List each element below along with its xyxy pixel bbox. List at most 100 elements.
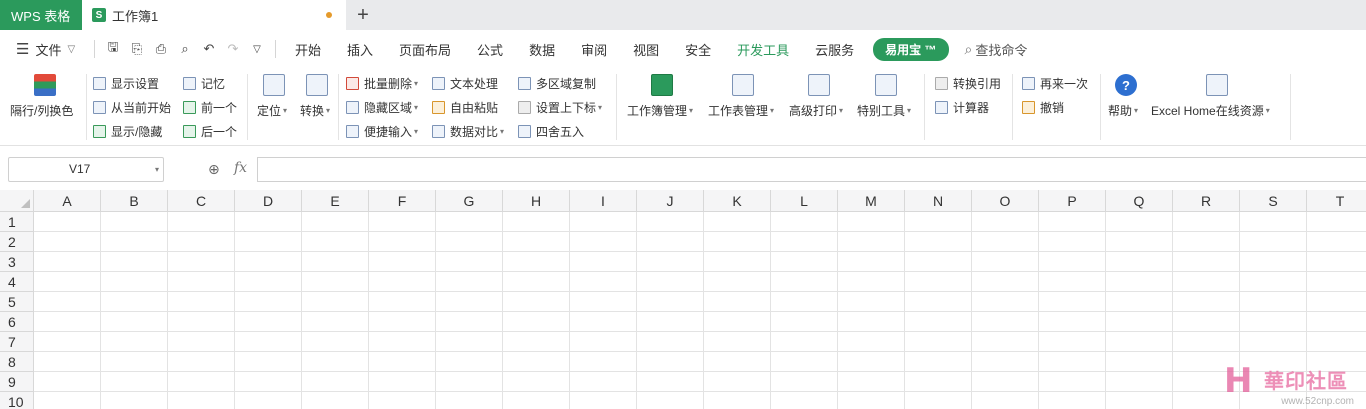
menu-data[interactable]: 数据 — [516, 40, 568, 59]
column-header[interactable]: R — [1173, 190, 1240, 212]
menu-cloud[interactable]: 云服务 — [802, 40, 867, 59]
convert-reference-button[interactable]: 转换引用 — [935, 75, 1001, 92]
app-name: WPS 表格 — [11, 8, 71, 24]
column-header[interactable]: G — [436, 190, 503, 212]
row-header[interactable]: 7 — [0, 332, 34, 352]
menu-view[interactable]: 视图 — [620, 40, 672, 59]
menu-start[interactable]: 开始 — [282, 40, 334, 59]
show-hide-label: 显示/隐藏 — [111, 125, 163, 139]
free-paste-button[interactable]: 自由粘贴 — [432, 99, 498, 116]
column-header[interactable]: S — [1240, 190, 1307, 212]
formula-bar: V17 ▾ ⊕ fx — [0, 156, 1366, 184]
row-col-color-button[interactable]: 隔行/列换色 — [10, 102, 73, 119]
advanced-print-button[interactable]: 高级打印 ▾ — [789, 102, 843, 119]
multi-copy-button[interactable]: 多区域复制 — [518, 75, 596, 92]
row-header[interactable]: 10 — [0, 392, 34, 409]
menu-security[interactable]: 安全 — [672, 40, 724, 59]
dropdown-icon: ▾ — [326, 106, 331, 115]
menu-formula[interactable]: 公式 — [464, 40, 516, 59]
app-tab[interactable]: WPS 表格 — [0, 0, 82, 30]
undo-button[interactable]: 撤销 — [1022, 99, 1064, 116]
formula-input[interactable] — [257, 157, 1366, 182]
locate-icon — [263, 74, 285, 96]
workbook-manager-button[interactable]: 工作簿管理 ▾ — [627, 102, 693, 119]
customize-icon[interactable]: ▽ — [245, 44, 269, 55]
column-header[interactable]: C — [168, 190, 235, 212]
reference-icon — [935, 77, 948, 90]
column-header[interactable]: D — [235, 190, 302, 212]
special-tools-button[interactable]: 特别工具 ▾ — [857, 102, 911, 119]
display-settings-button[interactable]: 显示设置 — [93, 75, 159, 92]
row-header[interactable]: 8 — [0, 352, 34, 372]
select-all-corner[interactable] — [0, 190, 34, 212]
column-header[interactable]: B — [101, 190, 168, 212]
function-icon[interactable]: fx — [234, 160, 247, 176]
column-header[interactable]: P — [1039, 190, 1106, 212]
convert-label: 转换 — [300, 104, 325, 118]
name-box[interactable]: V17 ▾ — [8, 157, 164, 182]
command-search[interactable]: ⌕ 查找命令 — [965, 40, 1028, 59]
row-header[interactable]: 4 — [0, 272, 34, 292]
round-button[interactable]: 四舍五入 — [518, 123, 584, 140]
undo-icon[interactable]: ↶ — [197, 41, 221, 57]
from-current-button[interactable]: 从当前开始 — [93, 99, 171, 116]
quick-input-button[interactable]: 便捷输入 ▾ — [346, 123, 418, 140]
menu-review[interactable]: 审阅 — [568, 40, 620, 59]
row-header[interactable]: 5 — [0, 292, 34, 312]
document-tab[interactable]: S 工作簿1 — [82, 0, 346, 30]
redo-icon[interactable]: ↷ — [221, 41, 245, 57]
color-bands-icon — [34, 74, 56, 96]
excelhome-resources-button[interactable]: Excel Home在线资源 ▾ — [1151, 102, 1270, 119]
dropdown-icon[interactable]: ▾ — [155, 158, 159, 181]
export-icon[interactable]: ⎘ — [125, 41, 149, 57]
column-header[interactable]: F — [369, 190, 436, 212]
column-header[interactable]: N — [905, 190, 972, 212]
text-process-button[interactable]: 文本处理 — [432, 75, 498, 92]
batch-delete-button[interactable]: 批量删除 ▾ — [346, 75, 418, 92]
row-header[interactable]: 1 — [0, 212, 34, 232]
locate-button[interactable]: 定位 ▾ — [257, 102, 287, 119]
next-button[interactable]: 后一个 — [183, 123, 237, 140]
calculator-button[interactable]: 计算器 — [935, 99, 989, 116]
column-header[interactable]: E — [302, 190, 369, 212]
menu-page-layout[interactable]: 页面布局 — [386, 40, 464, 59]
sheet-manager-button[interactable]: 工作表管理 ▾ — [708, 102, 774, 119]
divider — [1012, 74, 1013, 140]
excelhome-label: Excel Home在线资源 — [1151, 104, 1264, 118]
row-header[interactable]: 9 — [0, 372, 34, 392]
column-header[interactable]: A — [34, 190, 101, 212]
round-icon — [518, 125, 531, 138]
column-header[interactable]: Q — [1106, 190, 1173, 212]
row-header[interactable]: 6 — [0, 312, 34, 332]
column-header[interactable]: T — [1307, 190, 1366, 212]
column-header[interactable]: J — [637, 190, 704, 212]
convert-button[interactable]: 转换 ▾ — [300, 102, 330, 119]
zoom-icon[interactable]: ⊕ — [208, 161, 220, 178]
prev-button[interactable]: 前一个 — [183, 99, 237, 116]
column-header[interactable]: L — [771, 190, 838, 212]
show-hide-button[interactable]: 显示/隐藏 — [93, 123, 162, 140]
column-header[interactable]: K — [704, 190, 771, 212]
repeat-button[interactable]: 再来一次 — [1022, 75, 1088, 92]
save-icon[interactable]: 🖫 — [101, 38, 125, 60]
print-preview-icon[interactable]: ⌕ — [173, 41, 197, 57]
menu-dev-tools[interactable]: 开发工具 — [724, 40, 802, 59]
data-compare-button[interactable]: 数据对比 ▾ — [432, 123, 504, 140]
cell-area[interactable] — [34, 212, 1366, 409]
help-button[interactable]: 帮助 ▾ — [1108, 102, 1138, 119]
online-resource-icon — [1206, 74, 1228, 96]
column-header[interactable]: H — [503, 190, 570, 212]
column-header[interactable]: O — [972, 190, 1039, 212]
set-sub-sup-button[interactable]: 设置上下标 ▾ — [518, 99, 602, 116]
file-menu[interactable]: ☰ 文件 ▽ — [0, 40, 88, 59]
menu-easy-tools-tab[interactable]: 易用宝 ™ — [873, 37, 949, 61]
menu-insert[interactable]: 插入 — [334, 40, 386, 59]
row-header[interactable]: 3 — [0, 252, 34, 272]
print-icon[interactable]: ⎙ — [149, 41, 173, 57]
column-header[interactable]: M — [838, 190, 905, 212]
memory-button[interactable]: 记忆 — [183, 75, 225, 92]
hide-region-button[interactable]: 隐藏区域 ▾ — [346, 99, 418, 116]
new-tab-button[interactable]: + — [346, 0, 380, 30]
row-header[interactable]: 2 — [0, 232, 34, 252]
column-header[interactable]: I — [570, 190, 637, 212]
